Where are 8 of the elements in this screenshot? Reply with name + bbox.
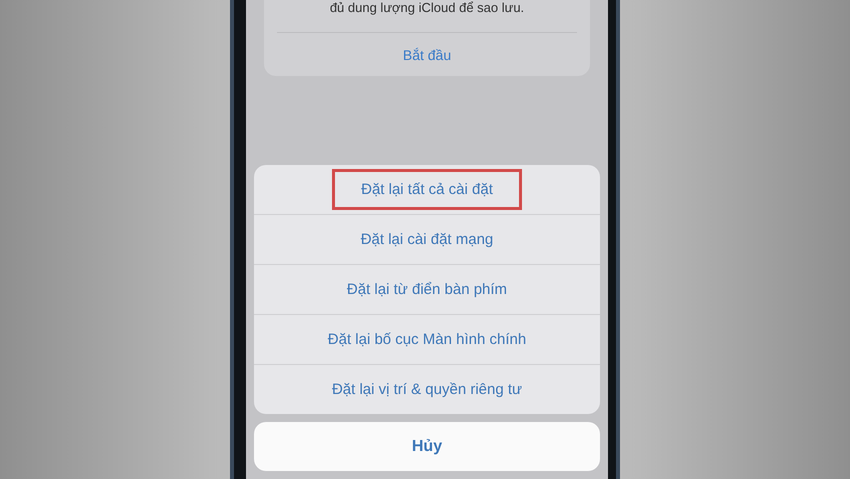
- reset-option[interactable]: Đặt lại cài đặt mạng: [338, 220, 516, 259]
- cancel-button[interactable]: Hủy: [254, 422, 600, 471]
- backup-message: đủ dung lượng iCloud để sao lưu.: [330, 0, 524, 15]
- reset-option[interactable]: Đặt lại vị trí & quyền riêng tư: [308, 370, 546, 409]
- reset-option[interactable]: Đặt lại từ điển bàn phím: [324, 270, 530, 309]
- reset-option[interactable]: Đặt lại tất cả cài đặt: [332, 169, 522, 210]
- reset-option[interactable]: Đặt lại bố cục Màn hình chính: [304, 320, 550, 359]
- start-link[interactable]: Bắt đầu: [396, 45, 458, 65]
